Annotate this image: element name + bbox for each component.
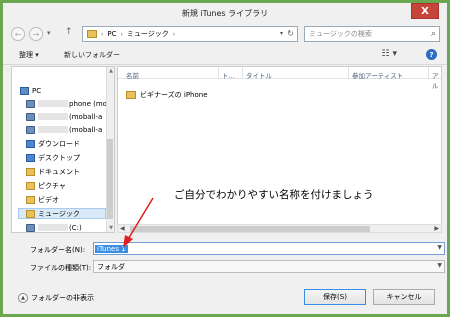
- hide-folders-label[interactable]: フォルダーの非表示: [31, 293, 94, 303]
- download-folder-icon: [26, 139, 35, 148]
- search-input[interactable]: ミュージックの検索 ⌕: [304, 26, 440, 42]
- documents-folder-icon: [26, 167, 35, 176]
- sidebar-item-music[interactable]: ミュージック: [18, 208, 106, 219]
- drive-icon: [26, 99, 35, 108]
- sidebar-item-label: ピクチャ: [38, 181, 66, 190]
- sidebar-item-downloads[interactable]: ダウンロード: [26, 138, 80, 149]
- file-name: ビギナーズの iPhone: [140, 91, 208, 99]
- refresh-icon[interactable]: ↻: [287, 29, 294, 38]
- breadcrumb-music[interactable]: ミュージック: [127, 29, 169, 39]
- annotation-text: ご自分でわかりやすい名称を付けましょう: [174, 189, 374, 201]
- column-artist[interactable]: 参加アーティスト: [352, 70, 403, 80]
- desktop-folder-icon: [26, 153, 35, 162]
- column-divider[interactable]: [348, 67, 349, 79]
- sidebar-item-phone[interactable]: phone (mo: [26, 98, 107, 109]
- close-button[interactable]: X: [411, 3, 439, 19]
- column-divider[interactable]: [218, 67, 219, 79]
- save-dialog: 新規 iTunes ライブラリ X ← → ▾ ↑ › PC › ミュージック …: [3, 3, 447, 314]
- column-track[interactable]: ト...: [222, 70, 235, 80]
- sidebar-item-label: ダウンロード: [38, 139, 80, 148]
- breadcrumb-separator: ›: [101, 30, 104, 38]
- folder-name-label: フォルダー名(N):: [30, 246, 86, 254]
- chevron-up-icon[interactable]: ▲: [18, 293, 28, 303]
- column-divider[interactable]: [428, 67, 429, 79]
- toolbar: 整理 ▾ 新しいフォルダー ☷ ▾ ?: [3, 45, 447, 65]
- red-arrow-icon: [123, 197, 154, 248]
- forward-button[interactable]: →: [29, 27, 43, 41]
- folder-icon: [87, 30, 97, 38]
- new-folder-button[interactable]: 新しいフォルダー: [64, 50, 120, 60]
- redacted-name: [38, 113, 68, 120]
- window-title: 新規 iTunes ライブラリ: [181, 9, 269, 18]
- sidebar-item-label: PC: [32, 86, 42, 95]
- sidebar-item-videos[interactable]: ビデオ: [26, 194, 59, 205]
- organize-button[interactable]: 整理 ▾: [19, 50, 39, 60]
- file-type-value: フォルダ: [97, 262, 125, 271]
- column-title[interactable]: タイトル: [246, 70, 272, 80]
- redacted-name: [38, 224, 68, 231]
- sidebar-item-label: ミュージック: [38, 209, 80, 218]
- scroll-right-icon[interactable]: ▶: [434, 225, 439, 232]
- pc-icon: [20, 86, 29, 95]
- address-row: ← → ▾ ↑ › PC › ミュージック › ▾ ↻ ミュージックの検索 ⌕: [3, 23, 447, 45]
- column-album[interactable]: アル: [432, 70, 441, 90]
- sidebar-item-label: ドキュメント: [38, 167, 80, 176]
- sidebar-item-moball-2[interactable]: (moball-a: [26, 124, 102, 135]
- sidebar-item-label: (C:): [69, 223, 82, 232]
- redacted-name: [38, 100, 68, 107]
- sidebar-item-pc[interactable]: PC: [20, 85, 41, 96]
- search-placeholder: ミュージックの検索: [309, 30, 372, 38]
- file-type-label: ファイルの種類(T):: [30, 264, 92, 272]
- sidebar-item-c-drive[interactable]: (C:): [26, 222, 82, 232]
- navigation-pane[interactable]: PC phone (mo (moball-a (moball-a ダウンロード …: [11, 66, 115, 233]
- chevron-down-icon[interactable]: ▼: [437, 262, 442, 269]
- sidebar-item-label: (moball-a: [69, 112, 103, 121]
- back-button[interactable]: ←: [11, 27, 25, 41]
- list-item[interactable]: ビギナーズの iPhone: [126, 90, 208, 100]
- up-button[interactable]: ↑: [65, 27, 73, 37]
- videos-folder-icon: [26, 195, 35, 204]
- redacted-name: [38, 126, 68, 133]
- drive-icon: [26, 112, 35, 121]
- sidebar-item-label: phone (mo: [69, 99, 107, 108]
- breadcrumb-pc[interactable]: PC: [107, 30, 116, 38]
- chevron-down-icon[interactable]: ▼: [437, 244, 442, 251]
- title-bar: 新規 iTunes ライブラリ X: [3, 3, 447, 23]
- breadcrumb-separator[interactable]: ›: [121, 31, 123, 38]
- address-bar[interactable]: › PC › ミュージック › ▾ ↻: [82, 26, 298, 42]
- search-icon[interactable]: ⌕: [431, 29, 436, 39]
- help-icon[interactable]: ?: [426, 49, 437, 60]
- file-type-select[interactable]: フォルダ ▼: [93, 260, 445, 273]
- cancel-button[interactable]: キャンセル: [373, 289, 435, 305]
- save-button[interactable]: 保存(S): [304, 289, 366, 305]
- pictures-folder-icon: [26, 181, 35, 190]
- column-divider[interactable]: [242, 67, 243, 79]
- column-header: 名前 ト... タイトル 参加アーティスト アル: [118, 67, 441, 90]
- drive-icon: [26, 223, 35, 232]
- music-folder-icon: [26, 209, 35, 218]
- sidebar-item-desktop[interactable]: デスクトップ: [26, 152, 80, 163]
- drive-icon: [26, 125, 35, 134]
- sidebar-item-pictures[interactable]: ピクチャ: [26, 180, 66, 191]
- sidebar-item-label: デスクトップ: [38, 153, 80, 162]
- folder-icon: [126, 91, 136, 99]
- sidebar-item-documents[interactable]: ドキュメント: [26, 166, 80, 177]
- recent-locations-button[interactable]: ▾: [47, 29, 51, 37]
- hide-folders-toggle[interactable]: ▲ フォルダーの非表示: [18, 293, 94, 303]
- scroll-up-icon[interactable]: ▲: [109, 68, 113, 74]
- view-options-icon[interactable]: ☷ ▾: [382, 49, 397, 59]
- column-name[interactable]: 名前: [126, 70, 139, 80]
- breadcrumb-separator[interactable]: ›: [173, 31, 175, 38]
- sidebar-item-label: (moball-a: [69, 125, 103, 134]
- sidebar-item-moball-1[interactable]: (moball-a: [26, 111, 102, 122]
- chevron-down-icon[interactable]: ▾: [280, 30, 283, 37]
- sidebar-item-label: ビデオ: [38, 195, 59, 204]
